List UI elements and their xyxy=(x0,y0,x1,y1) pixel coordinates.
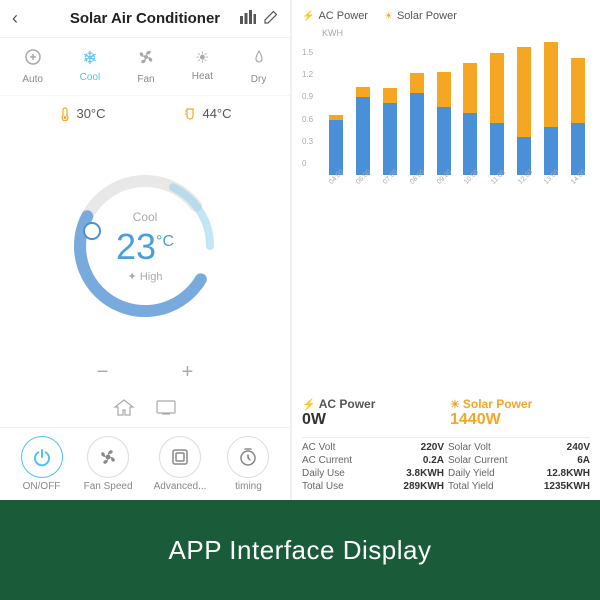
chart-area: ⚡ AC Power ☀ Solar Power KWH 1.5 1.2 0.9 xyxy=(292,0,600,389)
mode-cool[interactable]: ❄ Cool xyxy=(74,46,107,87)
bar-0400: 04:00 xyxy=(324,115,348,188)
mode-tabs: Auto ❄ Cool Fan ☀ Heat xyxy=(0,38,290,96)
mode-heat-label: Heat xyxy=(192,71,213,82)
top-section: ‹ Solar Air Conditioner Auto xyxy=(0,0,600,500)
circle-fan-label: ✦ High xyxy=(128,270,163,283)
bar-1000: 10:00 xyxy=(459,63,483,188)
indoor-temp-value: 30°C xyxy=(76,106,105,121)
circle-control: Cool 23°C ✦ High xyxy=(0,131,290,361)
bar-1400: 14:00 xyxy=(566,58,590,188)
legend-solar-power: ☀ Solar Power xyxy=(384,10,457,22)
bar-chart: 04:00 06:00 xyxy=(324,48,590,188)
ac-volt-item: AC Volt 220V xyxy=(302,442,444,453)
bar-1300: 13:00 xyxy=(539,42,563,188)
advanced-button[interactable]: Advanced... xyxy=(154,436,207,492)
onoff-button[interactable]: ON/OFF xyxy=(21,436,63,492)
legend-ac-power: ⚡ AC Power xyxy=(302,10,368,22)
left-header: ‹ Solar Air Conditioner xyxy=(0,0,290,38)
solar-power-value: 1440W xyxy=(450,411,590,429)
legend-ac-label: AC Power xyxy=(318,10,368,22)
bar-1100: 11:00 xyxy=(485,53,509,188)
bottom-banner: APP Interface Display xyxy=(0,500,600,600)
circle-center: Cool 23°C ✦ High xyxy=(116,210,174,283)
header-title: Solar Air Conditioner xyxy=(70,10,220,27)
solar-total-yield-item: Total Yield 1235KWH xyxy=(448,481,590,492)
bar-0900: 09:00 xyxy=(432,72,456,188)
home-icon[interactable] xyxy=(113,398,135,421)
outdoor-temp: 44°C xyxy=(182,106,231,121)
ac-power-stat: ⚡ AC Power 0W xyxy=(302,397,442,429)
fanspeed-label: Fan Speed xyxy=(84,481,133,492)
solar-power-title: ☀ Solar Power xyxy=(450,397,590,411)
banner-text: APP Interface Display xyxy=(169,535,432,566)
legend-solar-label: Solar Power xyxy=(397,10,457,22)
solar-daily-yield-item: Daily Yield 12.8KWH xyxy=(448,468,590,479)
back-button[interactable]: ‹ xyxy=(12,8,18,29)
solar-current-item: Solar Current 6A xyxy=(448,455,590,466)
header-icons xyxy=(240,10,278,27)
mode-auto[interactable]: Auto xyxy=(16,46,49,87)
bar-0800: 08:00 xyxy=(405,73,429,188)
ac-power-value: 0W xyxy=(302,411,442,429)
temp-section: 30°C 44°C xyxy=(0,96,290,131)
mode-fan-label: Fan xyxy=(137,74,154,85)
onoff-label: ON/OFF xyxy=(23,481,61,492)
bar-0700: 07:00 xyxy=(378,88,402,188)
right-panel: ⚡ AC Power ☀ Solar Power KWH 1.5 1.2 0.9 xyxy=(292,0,600,500)
solar-power-stat: ☀ Solar Power 1440W xyxy=(450,397,590,429)
stats-header-row: ⚡ AC Power 0W ☀ Solar Power 1440W xyxy=(302,397,590,429)
control-buttons: ON/OFF Fan Speed Advanced... xyxy=(0,427,290,500)
decrease-temp-button[interactable]: − xyxy=(88,361,118,384)
scene-icons xyxy=(0,392,290,427)
detail-grid: AC Volt 220V Solar Volt 240V AC Current … xyxy=(302,442,590,492)
y-axis-unit: KWH xyxy=(322,28,590,38)
bar-1200: 12:00 xyxy=(512,47,536,188)
indoor-temp: 30°C xyxy=(58,106,105,121)
left-panel: ‹ Solar Air Conditioner Auto xyxy=(0,0,290,500)
mode-heat[interactable]: ☀ Heat xyxy=(186,46,219,87)
edit-icon[interactable] xyxy=(264,10,278,27)
mode-cool-label: Cool xyxy=(80,72,101,83)
bar-chart-wrap: 1.5 1.2 0.9 0.6 0.3 0 xyxy=(302,48,590,208)
ac-total-use-item: Total Use 289KWH xyxy=(302,481,444,492)
energy-stats: ⚡ AC Power 0W ☀ Solar Power 1440W xyxy=(292,389,600,500)
chart-icon[interactable] xyxy=(240,10,256,27)
mode-dry-label: Dry xyxy=(251,74,267,85)
circle-temp-value: 23°C xyxy=(116,226,174,268)
mode-auto-label: Auto xyxy=(22,74,43,85)
timing-label: timing xyxy=(235,481,262,492)
outdoor-temp-value: 44°C xyxy=(202,106,231,121)
tv-icon[interactable] xyxy=(155,398,177,421)
timing-button[interactable]: timing xyxy=(227,436,269,492)
mode-dry[interactable]: Dry xyxy=(244,46,274,87)
chart-legend: ⚡ AC Power ☀ Solar Power xyxy=(302,10,590,22)
bar-0600: 06:00 xyxy=(351,87,375,188)
ac-power-title: ⚡ AC Power xyxy=(302,397,442,411)
ac-daily-use-item: Daily Use 3.8KWH xyxy=(302,468,444,479)
app-container: ‹ Solar Air Conditioner Auto xyxy=(0,0,600,600)
adjust-buttons: − + xyxy=(0,361,290,392)
fanspeed-button[interactable]: Fan Speed xyxy=(84,436,133,492)
solar-volt-item: Solar Volt 240V xyxy=(448,442,590,453)
ac-current-item: AC Current 0.2A xyxy=(302,455,444,466)
stats-divider xyxy=(302,437,590,438)
mode-fan[interactable]: Fan xyxy=(131,46,161,87)
advanced-label: Advanced... xyxy=(154,481,207,492)
increase-temp-button[interactable]: + xyxy=(173,361,203,384)
circle-mode-label: Cool xyxy=(133,210,158,224)
